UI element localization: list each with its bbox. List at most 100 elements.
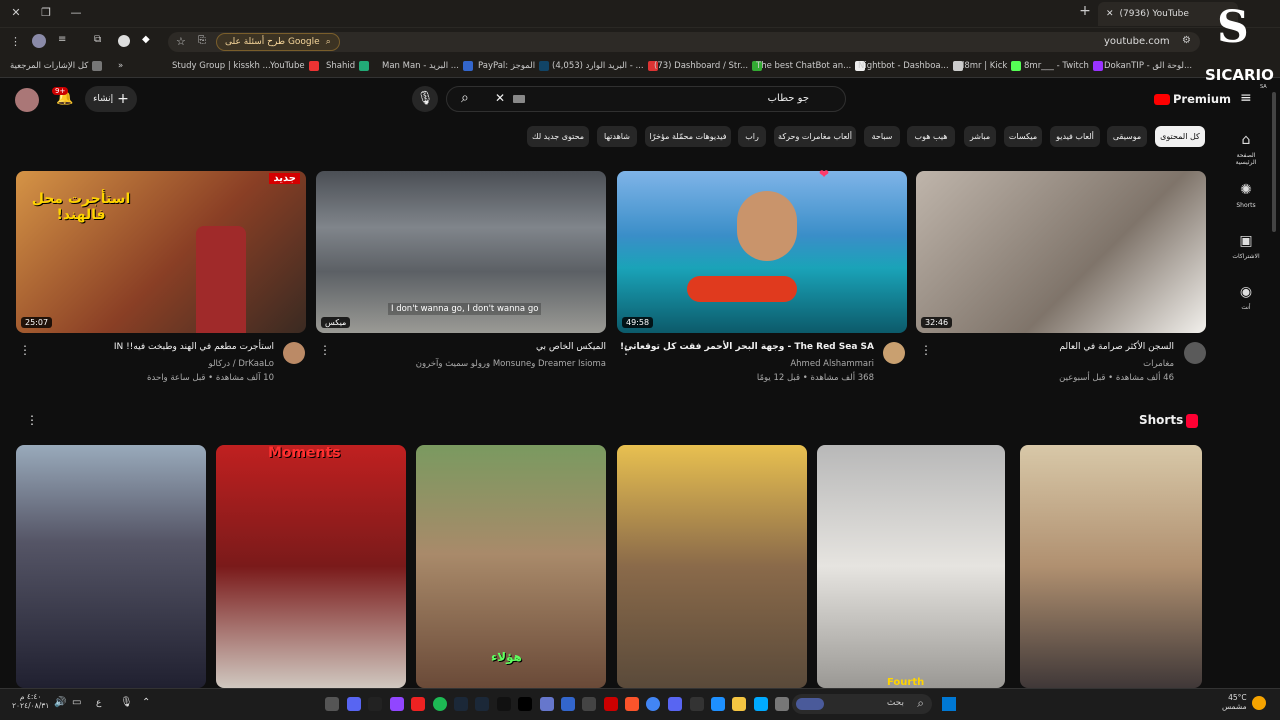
more-options-icon[interactable]: ⋮ [620, 343, 632, 357]
discord-icon[interactable] [347, 697, 361, 711]
tray-chevron-icon[interactable]: ⌃ [142, 697, 150, 708]
steam-icon[interactable] [454, 697, 468, 711]
app-icon[interactable] [561, 697, 575, 711]
hamburger-menu-icon[interactable]: ≡ [1240, 90, 1252, 106]
taskbar-search[interactable]: بحث ⌕ [792, 694, 932, 714]
discord-icon[interactable] [668, 697, 682, 711]
search-input[interactable]: جو حطاب [768, 93, 809, 104]
short-thumbnail[interactable] [1020, 445, 1202, 688]
steam-icon[interactable] [475, 697, 489, 711]
chip[interactable]: موسيقى [1107, 126, 1147, 147]
channel-name[interactable]: Dreamer Isioma وMonsune ورولو سميث وآخرو… [416, 359, 606, 369]
close-window-icon[interactable]: ✕ [8, 6, 24, 19]
video-thumbnail[interactable]: جديد استأجرت محل فالهند! 25:07 [16, 171, 306, 333]
extensions-icon[interactable]: ⧉ [94, 34, 101, 45]
bookmark-item[interactable]: (73) Dashboard / Str... [654, 61, 763, 71]
search-box[interactable]: ⌕ ✕ جو حطاب [446, 86, 846, 112]
chip[interactable]: فيديوهات محمّلة مؤخرًا [645, 126, 731, 147]
bookmark-item[interactable]: YouTube [270, 61, 319, 71]
app-icon[interactable] [690, 697, 704, 711]
video-thumbnail[interactable]: 49:58 [617, 171, 907, 333]
bookmark-item[interactable]: كل الإشارات المرجعية [10, 61, 103, 71]
bookmark-item[interactable]: Man Man - البريد ... [382, 61, 473, 71]
extension-diamond-icon[interactable]: ◆ [142, 34, 150, 45]
app-icon[interactable] [411, 697, 425, 711]
chip[interactable]: مباشر [964, 126, 996, 147]
app-icon[interactable] [497, 697, 511, 711]
create-button[interactable]: إنشاء + [85, 86, 137, 112]
video-thumbnail[interactable]: 32:46 [916, 171, 1206, 333]
avatar[interactable] [15, 88, 39, 112]
more-options-icon[interactable]: ⋮ [920, 343, 932, 357]
app-icon[interactable] [540, 697, 554, 711]
short-thumbnail[interactable]: Fourth [817, 445, 1005, 688]
tab-close-icon[interactable]: ✕ [1106, 9, 1114, 19]
channel-avatar[interactable] [283, 342, 305, 364]
reading-list-icon[interactable]: ≡ [58, 34, 66, 45]
chip[interactable]: شاهدتها [597, 126, 637, 147]
scrollbar[interactable] [1272, 92, 1276, 232]
video-title[interactable]: الميكس الخاص بي [536, 342, 606, 352]
video-title[interactable]: استأجرت مطعم في الهند وطبخت فيه!! IN [114, 342, 274, 352]
site-settings-icon[interactable]: ⚙ [1182, 35, 1191, 46]
file-explorer-icon[interactable] [732, 697, 746, 711]
app-icon[interactable] [754, 697, 768, 711]
bookmark-item[interactable]: DokanTIP - لوحة الق... [1104, 61, 1192, 71]
spotify-icon[interactable] [433, 697, 447, 711]
windows-start-icon[interactable] [942, 697, 956, 711]
profile-icon[interactable] [32, 34, 46, 48]
app-icon[interactable] [711, 697, 725, 711]
keyboard-icon[interactable] [513, 95, 525, 103]
clear-search-icon[interactable]: ✕ [495, 91, 505, 105]
bookmark-item[interactable]: 8mr___ - Twitch [1024, 61, 1103, 71]
share-icon[interactable]: ⎘ [198, 35, 206, 46]
url-text[interactable]: youtube.com [1104, 36, 1170, 47]
more-options-icon[interactable]: ⋮ [319, 343, 331, 357]
twitch-icon[interactable] [390, 697, 404, 711]
channel-name[interactable]: Ahmed Alshammari [790, 359, 874, 369]
short-thumbnail[interactable]: هؤلاء [416, 445, 606, 688]
short-thumbnail[interactable] [16, 445, 206, 688]
bookmark-star-icon[interactable]: ☆ [176, 35, 186, 48]
bookmark-item[interactable]: Shahid [326, 61, 370, 71]
video-thumbnail[interactable]: I don't wanna go, I don't wanna go ميكس [316, 171, 606, 333]
video-title[interactable]: The Red Sea SA - وجهة البحر الأحمر فقت ك… [620, 342, 874, 352]
bookmark-item[interactable]: Nightbot - Dashboa... [858, 61, 963, 71]
chip[interactable]: كل المحتوى [1155, 126, 1205, 147]
chip[interactable]: هيب هوب [907, 126, 955, 147]
weather-widget[interactable]: 45°C مشمس [1222, 693, 1247, 711]
brave-icon[interactable] [625, 697, 639, 711]
app-icon[interactable] [604, 697, 618, 711]
search-icon[interactable]: ⌕ [461, 90, 469, 106]
short-thumbnail[interactable] [617, 445, 807, 688]
voice-search-icon[interactable]: 🎙 [412, 86, 438, 112]
chip[interactable]: راب [738, 126, 766, 147]
bookmark-item[interactable]: (4,053) البريد الوارد - ... [552, 61, 658, 71]
rail-you[interactable]: ◉ أنت [1228, 284, 1264, 311]
app-icon[interactable] [582, 697, 596, 711]
menu-kebab-icon[interactable]: ⋮ [10, 35, 21, 48]
more-options-icon[interactable]: ⋮ [19, 343, 31, 357]
short-thumbnail[interactable]: Moments [216, 445, 406, 688]
task-view-icon[interactable] [775, 697, 789, 711]
channel-name[interactable]: DrKaaLo / دركالو [209, 359, 274, 369]
bookmark-item[interactable]: l8mr | Kick [962, 61, 1022, 71]
app-icon[interactable] [325, 697, 339, 711]
chrome-icon[interactable] [646, 697, 660, 711]
language-indicator[interactable]: ع [96, 698, 101, 708]
rail-home[interactable]: ⌂ الصفحة الرئيسية [1228, 132, 1264, 166]
google-ask-button[interactable]: طرح أسئلة على Google ⌕ [216, 33, 340, 51]
bookmark-item[interactable]: The best ChatBot an... [756, 61, 866, 71]
volume-icon[interactable]: 🔊 [54, 697, 66, 708]
extension-icon[interactable] [118, 35, 130, 47]
network-icon[interactable]: ▭ [72, 697, 81, 708]
chevron-icon[interactable]: » [118, 61, 123, 71]
chip[interactable]: ميكسات [1004, 126, 1042, 147]
chip[interactable]: محتوى جديد لك [527, 126, 589, 147]
chip[interactable]: ألعاب فيديو [1050, 126, 1100, 147]
clock[interactable]: ٤:٤٠ م ٢٠٢٤/٠٨/٣١ [12, 692, 49, 710]
rail-subscriptions[interactable]: ▣ الاشتراكات [1228, 233, 1264, 260]
bookmark-item[interactable]: Study Group | kisskh ... [172, 61, 271, 71]
channel-avatar[interactable] [883, 342, 905, 364]
restore-window-icon[interactable]: ❐ [38, 6, 54, 19]
